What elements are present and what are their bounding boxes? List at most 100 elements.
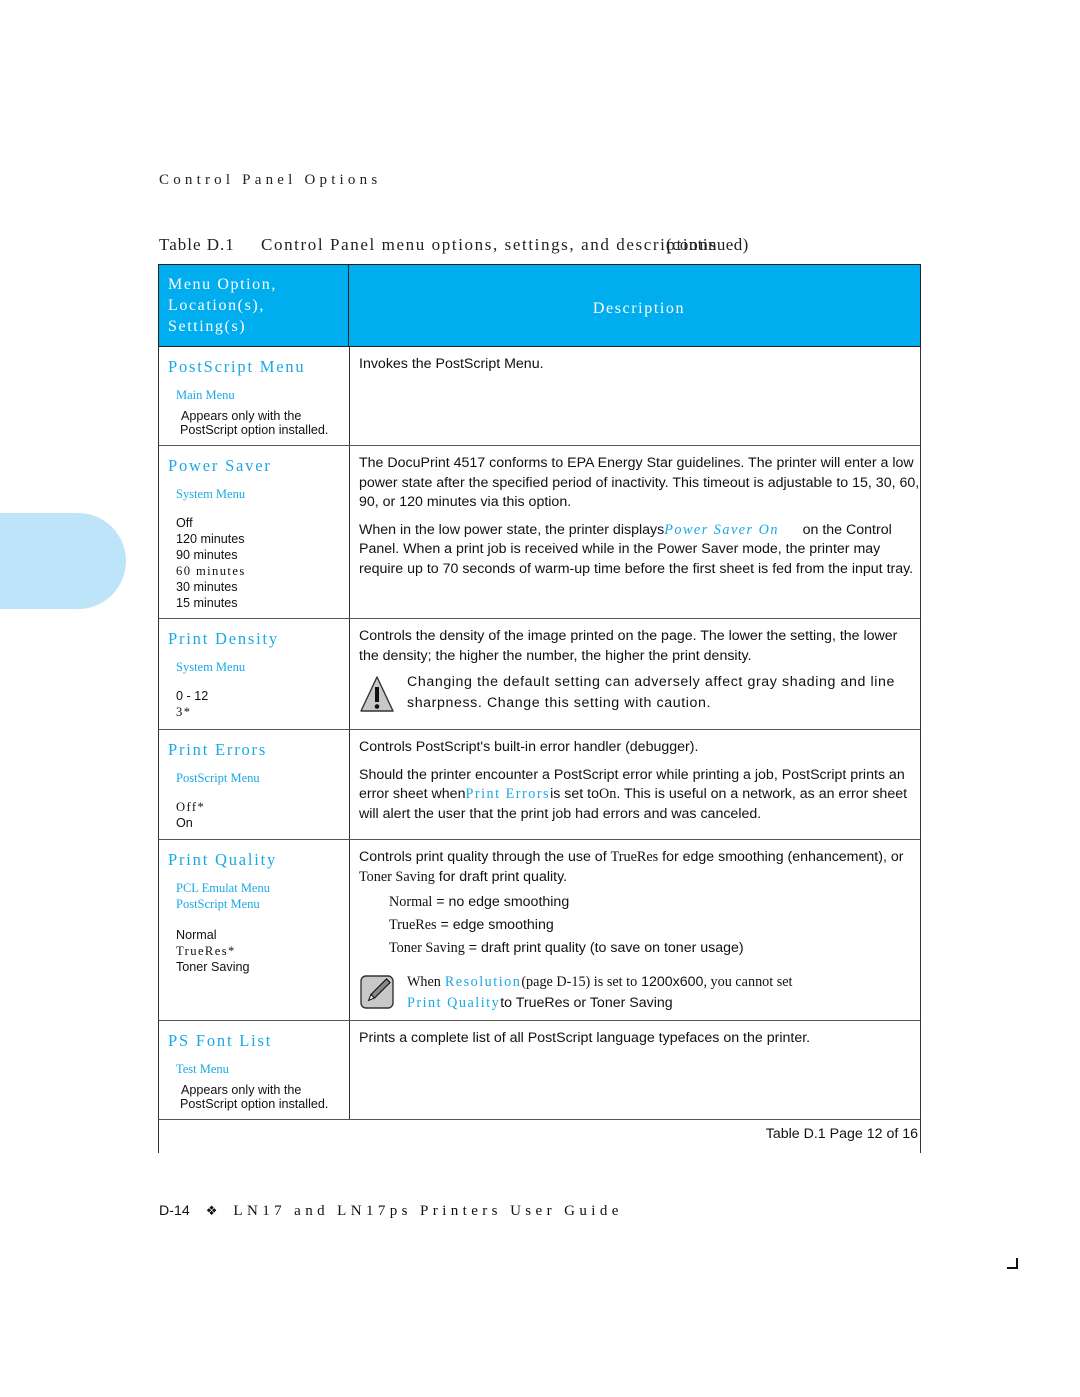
option-reference: Print Quality <box>407 995 501 1011</box>
option-location: System Menu <box>176 660 246 674</box>
definition: = draft print quality (to save on toner … <box>468 940 744 956</box>
pencil-note-icon <box>360 975 394 1009</box>
table-continued: (continued) <box>665 235 749 254</box>
crop-mark-icon <box>1007 1258 1018 1269</box>
option-name: Print Quality <box>168 850 278 869</box>
note-line: PostScript option installed. <box>180 1097 329 1111</box>
description-text: When in the low power state, the printer… <box>359 521 920 580</box>
table-page-indicator: Table D.1 Page 12 of 16 <box>765 1126 918 1142</box>
setting-value: Normal <box>176 928 217 942</box>
text-span: 1200x600 <box>641 974 704 990</box>
option-location: PCL Emulat Menu <box>176 881 270 895</box>
option-cell: Print Quality PCL Emulat Menu PostScript… <box>159 840 350 1020</box>
description-cell: Controls the density of the image printe… <box>350 619 920 729</box>
option-location: Main Menu <box>176 388 235 402</box>
caution-note: Changing the default setting can adverse… <box>359 674 920 714</box>
guide-title: LN17 and LN17ps Printers User Guide <box>233 1203 623 1219</box>
table-header: Menu Option, Location(s), Setting(s) Des… <box>158 264 921 347</box>
description-cell: Controls PostScript's built-in error han… <box>350 730 920 839</box>
option-location: PostScript Menu <box>176 771 260 785</box>
setting-value: On <box>176 816 193 830</box>
option-location: System Menu <box>176 487 246 501</box>
option-name: Power Saver <box>168 456 272 475</box>
text-span: (page D-15) is set to <box>521 974 638 990</box>
page-footer: D-14 ❖ LN17 and LN17ps Printers User Guide <box>159 1203 623 1220</box>
description-text: Controls PostScript's built-in error han… <box>359 739 699 755</box>
table-title: Table D.1 Control Panel menu options, se… <box>159 235 749 255</box>
description-text: The DocuPrint 4517 conforms to EPA Energ… <box>359 455 920 510</box>
text-span: Controls print quality through the use o… <box>359 849 607 865</box>
setting-value: 30 minutes <box>176 580 238 594</box>
running-head: Control Panel Options <box>159 172 382 188</box>
setting-value-default: Off* <box>176 800 206 814</box>
term: Toner Saving <box>359 868 435 885</box>
table-row-postscript-menu: PostScript Menu Main Menu Appears only w… <box>158 347 921 446</box>
option-reference: Print Errors <box>465 786 551 802</box>
option-cell: Print Density System Menu 0 - 12 3* <box>159 619 350 729</box>
text-span: for draft print quality. <box>438 868 568 885</box>
warning-triangle-icon <box>360 676 394 712</box>
page-number: D-14 <box>159 1203 190 1219</box>
option-cell: PostScript Menu Main Menu Appears only w… <box>159 347 350 445</box>
term: Normal <box>389 894 433 910</box>
description-text: Controls print quality through the use o… <box>359 848 920 887</box>
option-note: Appears only with the PostScript option … <box>180 1083 349 1111</box>
setting-value: Toner Saving <box>176 960 250 974</box>
resolution-link[interactable]: Resolution <box>445 974 521 990</box>
term: TrueRes <box>610 849 659 865</box>
option-name: PS Font List <box>168 1031 273 1050</box>
chapter-side-tab <box>0 513 126 609</box>
table-row-print-density: Print Density System Menu 0 - 12 3* Cont… <box>158 619 921 730</box>
setting-value-default: 3* <box>176 705 192 719</box>
settings-list: 0 - 12 3* <box>168 688 349 720</box>
option-name: PostScript Menu <box>168 357 306 376</box>
term: Toner Saving <box>389 940 465 956</box>
description-cell: The DocuPrint 4517 conforms to EPA Energ… <box>350 446 920 618</box>
setting-value: 0 - 12 <box>176 689 209 703</box>
table-footer-row: Table D.1 Page 12 of 16 <box>158 1120 921 1153</box>
setting-value: 15 minutes <box>176 596 238 610</box>
options-table: Menu Option, Location(s), Setting(s) Des… <box>158 264 921 1153</box>
definition: = edge smoothing <box>440 917 554 933</box>
table-row-power-saver: Power Saver System Menu Off 120 minutes … <box>158 446 921 619</box>
diamond-separator-icon: ❖ <box>205 1203 218 1218</box>
table-label: Table D.1 <box>159 235 235 254</box>
text-span: When in the low power state, the printer… <box>359 521 665 538</box>
setting-value: 120 minutes <box>176 532 245 546</box>
description-cell: Prints a complete list of all PostScript… <box>350 1021 920 1119</box>
text-span: When <box>407 974 441 990</box>
definition-item: TrueRes = edge smoothing <box>389 914 920 937</box>
setting-reference: On <box>598 786 617 802</box>
text-span: , you cannot set <box>703 974 793 990</box>
option-cell: Power Saver System Menu Off 120 minutes … <box>159 446 350 618</box>
option-name: Print Errors <box>168 740 268 759</box>
description-text: Prints a complete list of all PostScript… <box>359 1030 811 1046</box>
note-line: Appears only with the <box>181 1083 302 1097</box>
note-line: PostScript option installed. <box>180 423 329 437</box>
description-text: Controls the density of the image printe… <box>359 628 898 664</box>
setting-value-default: TrueRes* <box>176 944 236 958</box>
setting-value-default: 60 minutes <box>176 564 246 578</box>
option-cell: Print Errors PostScript Menu Off* On <box>159 730 350 839</box>
note-text: When Resolution(page D-15) is set to 120… <box>407 972 793 1014</box>
definition: = no edge smoothing <box>436 894 570 910</box>
description-text: Should the printer encounter a PostScrip… <box>359 766 920 825</box>
header-line: Location(s), <box>168 297 265 314</box>
settings-list: Off 120 minutes 90 minutes 60 minutes 30… <box>168 515 349 611</box>
settings-list: Off* On <box>168 799 349 831</box>
description-cell: Controls print quality through the use o… <box>350 840 920 1020</box>
description-text: Invokes the PostScript Menu. <box>359 356 544 372</box>
option-note: Appears only with the PostScript option … <box>180 409 349 437</box>
header-col-description: Description <box>592 299 686 317</box>
term: TrueRes <box>389 917 437 933</box>
text-span: for edge smoothing (enhancement), or <box>662 849 904 865</box>
table-row-print-quality: Print Quality PCL Emulat Menu PostScript… <box>158 840 921 1021</box>
header-line: Setting(s) <box>168 318 247 335</box>
option-cell: PS Font List Test Menu Appears only with… <box>159 1021 350 1119</box>
definition-item: Toner Saving = draft print quality (to s… <box>389 937 920 960</box>
table-caption: Control Panel menu options, settings, an… <box>261 235 718 254</box>
caution-text: Changing the default setting can adverse… <box>407 674 895 711</box>
option-location: PostScript Menu <box>176 897 260 911</box>
option-location: Test Menu <box>176 1062 229 1076</box>
display-message: Power Saver On <box>664 521 779 538</box>
